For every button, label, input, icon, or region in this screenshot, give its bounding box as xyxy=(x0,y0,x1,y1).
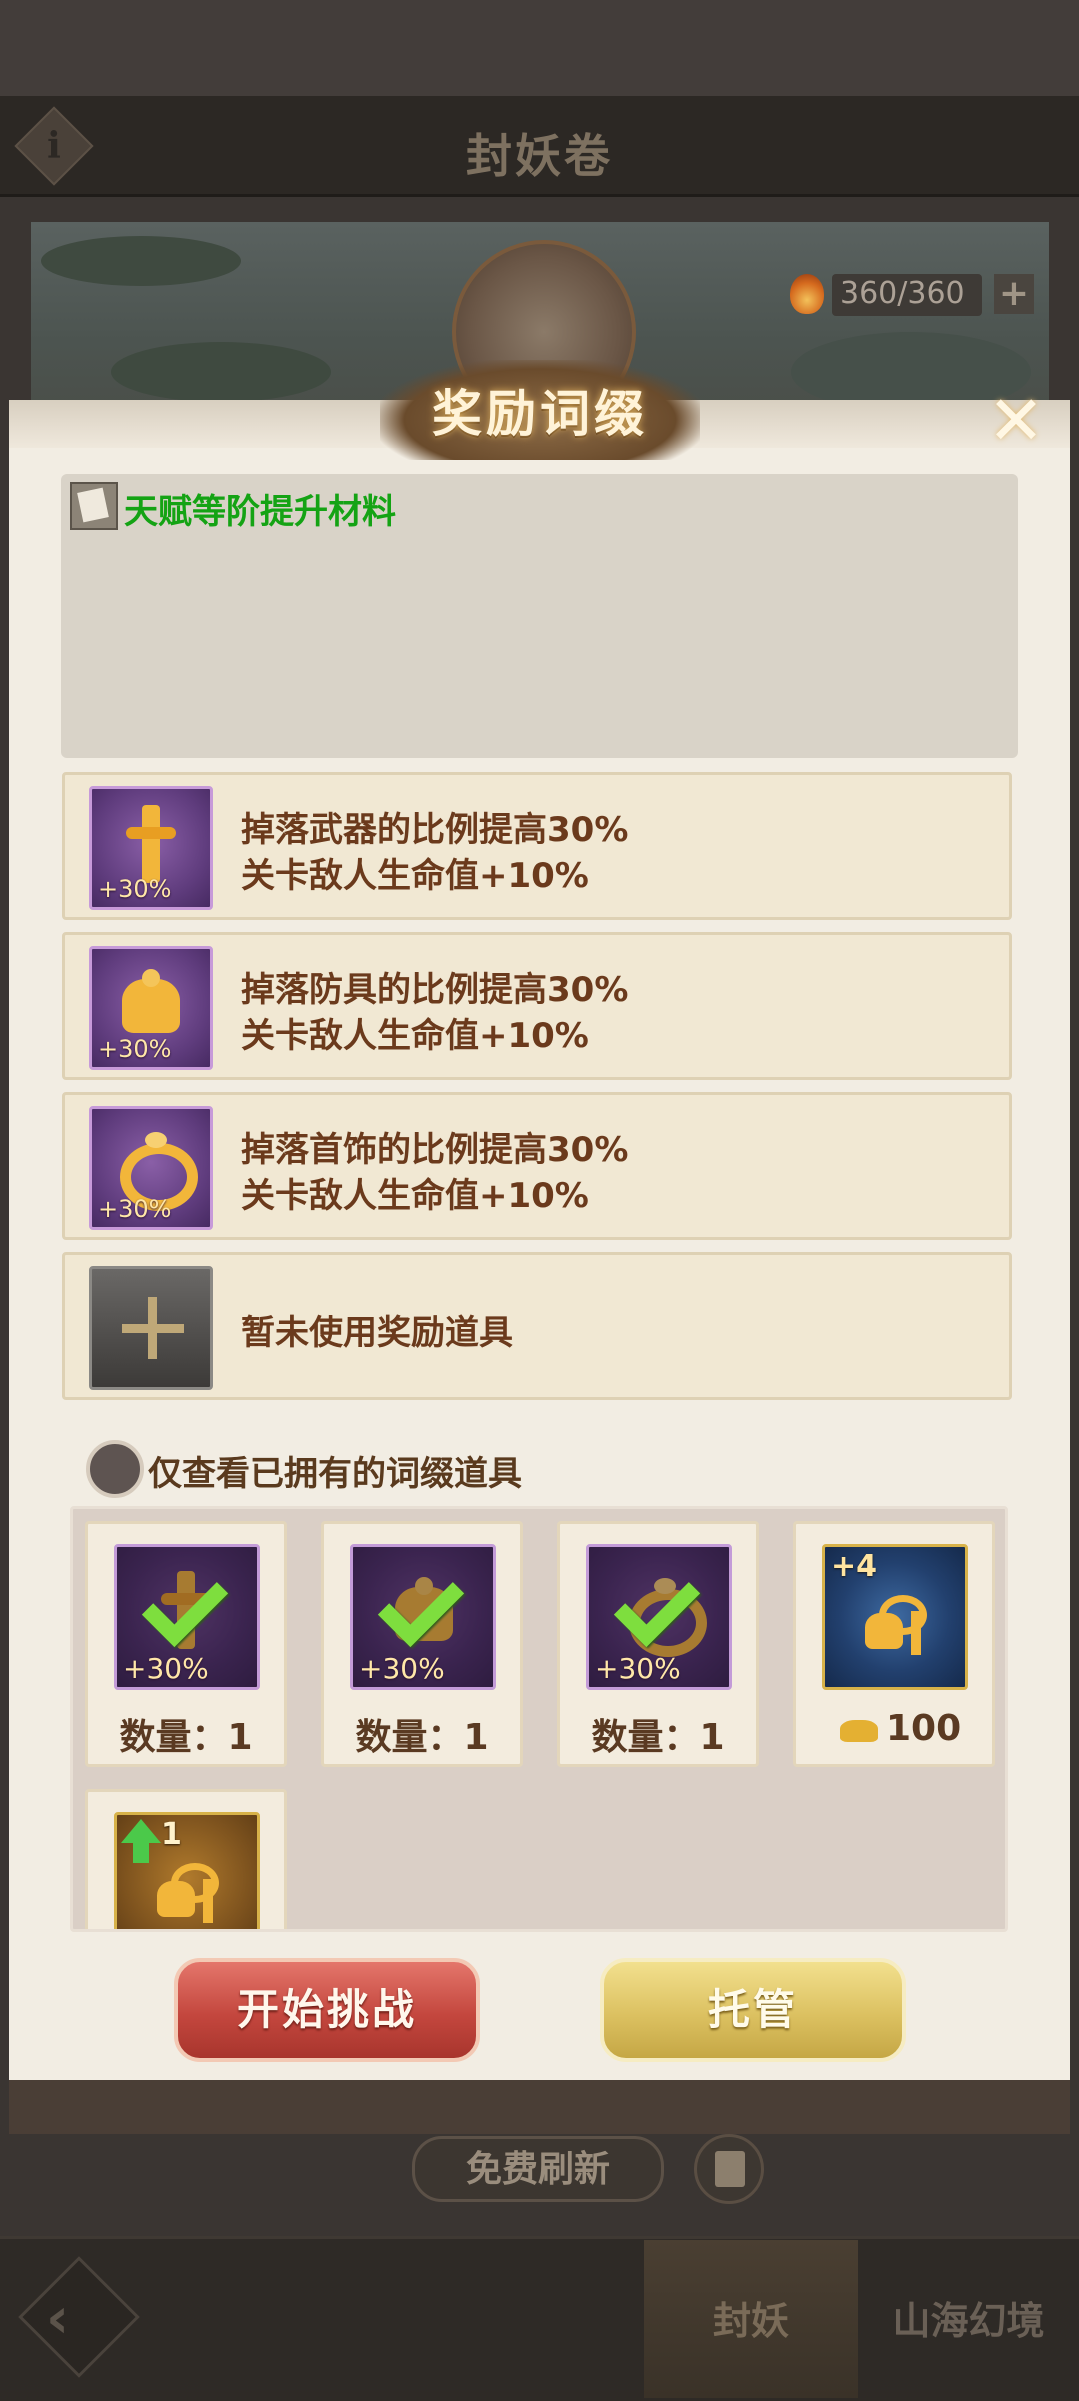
status-strip xyxy=(0,0,1079,96)
dialog-title: 奖励词缀 xyxy=(432,385,648,443)
flame-icon xyxy=(790,274,824,314)
back-button[interactable]: ‹ xyxy=(18,2256,140,2378)
reward-effect: 掉落首饰的比例提高30% xyxy=(241,1130,629,1170)
item-icon-frame: +4 xyxy=(822,1544,968,1690)
item-badge: +4 xyxy=(831,1549,878,1584)
item-badge: 1 xyxy=(161,1817,182,1852)
tab-fengyao[interactable]: 封妖 xyxy=(644,2240,858,2398)
gold-ingot-icon xyxy=(840,1720,878,1742)
cloud-decoration xyxy=(41,236,241,286)
reward-penalty: 关卡敌人生命值+10% xyxy=(241,1016,589,1056)
inventory-card-armor[interactable]: +30% 数量：1 xyxy=(321,1521,523,1767)
sword-icon xyxy=(126,805,176,883)
cloud-decoration xyxy=(111,342,331,402)
reward-row-weapon[interactable]: +30% 掉落武器的比例提高30% 关卡敌人生命值+10% xyxy=(62,772,1012,920)
item-quantity: 数量：1 xyxy=(591,1717,725,1758)
reward-badge: +30% xyxy=(98,875,172,903)
add-energy-button[interactable]: + xyxy=(994,274,1034,314)
inventory-card-bundle[interactable]: +4 100 xyxy=(793,1521,995,1767)
item-quantity: 数量：1 xyxy=(119,1717,253,1758)
start-challenge-button[interactable]: 开始挑战 xyxy=(174,1958,480,2062)
auto-battle-button[interactable]: 托管 xyxy=(600,1958,906,2062)
item-icon-frame: 1 xyxy=(114,1812,260,1929)
close-button[interactable]: ✕ xyxy=(986,388,1046,456)
reward-row-accessory[interactable]: +30% 掉落首饰的比例提高30% 关卡敌人生命值+10% xyxy=(62,1092,1012,1240)
reward-penalty: 关卡敌人生命值+10% xyxy=(241,1176,589,1216)
energy-value: 360/360 xyxy=(840,276,965,311)
inventory-card-upgrade[interactable]: 1 xyxy=(85,1789,287,1929)
armor-icon xyxy=(122,969,180,1033)
inventory-card-weapon[interactable]: +30% 数量：1 xyxy=(85,1521,287,1767)
reward-effect: 掉落防具的比例提高30% xyxy=(241,970,629,1010)
item-quantity: 数量：1 xyxy=(355,1717,489,1758)
scroll-icon xyxy=(715,2151,745,2187)
empty-slot-label: 暂未使用奖励道具 xyxy=(241,1313,513,1353)
tab-label: 封妖 xyxy=(712,2299,789,2343)
reward-icon-frame: +30% xyxy=(89,946,213,1070)
inventory-card-accessory[interactable]: +30% 数量：1 xyxy=(557,1521,759,1767)
reward-effect: 掉落武器的比例提高30% xyxy=(241,810,629,850)
page-title: 封妖卷 xyxy=(466,129,613,183)
back-arrow-icon: ‹ xyxy=(46,2286,70,2351)
material-label: 天赋等阶提升材料 xyxy=(124,492,396,532)
equipment-bundle-icon xyxy=(157,1863,221,1923)
reward-row-armor[interactable]: +30% 掉落防具的比例提高30% 关卡敌人生命值+10% xyxy=(62,932,1012,1080)
item-icon-frame: +30% xyxy=(114,1544,260,1690)
item-badge: +30% xyxy=(595,1652,681,1685)
item-price: 100 xyxy=(886,1708,962,1749)
green-up-arrow-icon xyxy=(121,1819,161,1863)
item-icon-frame: +30% xyxy=(350,1544,496,1690)
affix-item-grid[interactable]: +30% 数量：1 +30% 数量：1 +30% 数量：1 +4 100 1 xyxy=(70,1506,1008,1932)
owned-only-toggle[interactable] xyxy=(86,1440,144,1498)
material-scroll-icon xyxy=(70,482,118,530)
scroll-button[interactable] xyxy=(694,2134,764,2204)
item-badge: +30% xyxy=(359,1652,445,1685)
empty-slot-frame xyxy=(89,1266,213,1390)
info-icon: i xyxy=(47,125,61,167)
dialog-base xyxy=(9,2080,1070,2134)
reward-row-empty[interactable]: 暂未使用奖励道具 xyxy=(62,1252,1012,1400)
equipment-bundle-icon xyxy=(865,1595,929,1655)
free-refresh-button[interactable]: 免费刷新 xyxy=(412,2136,664,2202)
reward-badge: +30% xyxy=(98,1035,172,1063)
back-frame xyxy=(18,2256,140,2378)
owned-only-label: 仅查看已拥有的词缀道具 xyxy=(148,1454,522,1494)
reward-penalty: 关卡敌人生命值+10% xyxy=(241,856,589,896)
energy-counter: 360/360 + xyxy=(790,272,1040,320)
reward-icon-frame: +30% xyxy=(89,786,213,910)
tab-shanhai[interactable]: 山海幻境 xyxy=(858,2240,1079,2398)
item-badge: +30% xyxy=(123,1652,209,1685)
reward-badge: +30% xyxy=(98,1195,172,1223)
tab-label: 山海幻境 xyxy=(892,2299,1045,2343)
reward-icon-frame: +30% xyxy=(89,1106,213,1230)
plus-icon xyxy=(122,1297,184,1359)
title-bar: 封妖卷 xyxy=(0,96,1079,197)
item-icon-frame: +30% xyxy=(586,1544,732,1690)
